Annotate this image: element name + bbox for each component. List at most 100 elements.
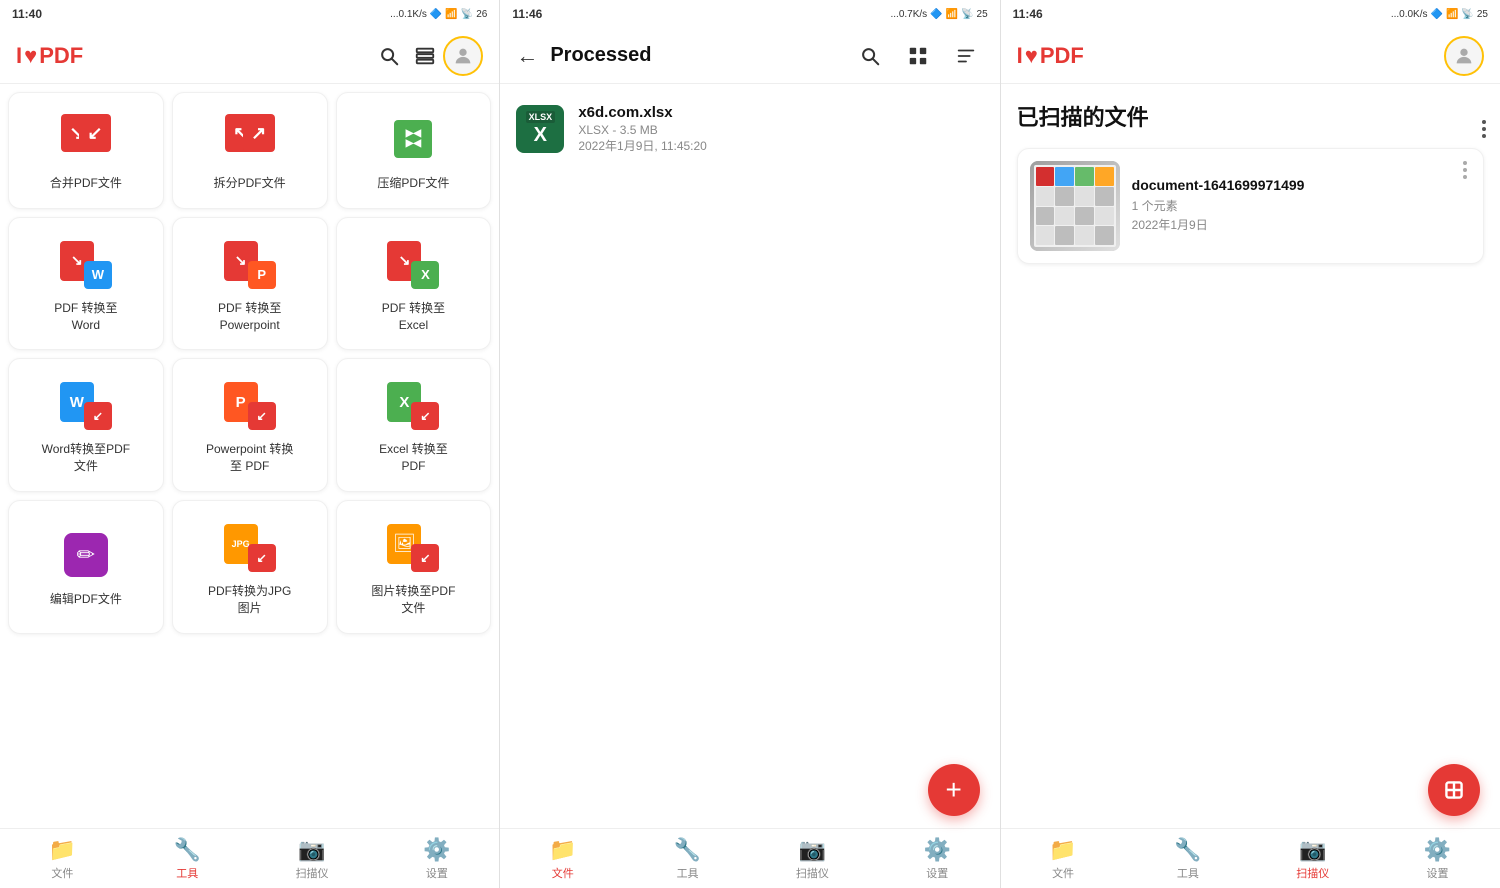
logo-i: I: [16, 43, 22, 69]
tool-icon-split: ↖ ↗: [224, 113, 276, 165]
back-button[interactable]: ←: [516, 43, 538, 69]
scanner-icon-3: 📷: [1299, 837, 1326, 863]
file-date-xlsx: 2022年1月9日, 11:45:20: [578, 137, 983, 154]
logo-pdf-3: PDF: [1040, 43, 1084, 69]
tool-edit-pdf[interactable]: ✏ 编辑PDF文件: [8, 500, 164, 634]
battery-1: 26: [476, 9, 487, 20]
processed-nav: ← Processed: [500, 28, 999, 84]
tool-icon-pdf2excel: ↘ X: [387, 238, 439, 290]
tool-pdf2jpg[interactable]: JPG ↙ PDF转换为JPG图片: [172, 500, 328, 634]
search-btn-2[interactable]: [852, 38, 888, 74]
nav-files-3[interactable]: 📁 文件: [1001, 837, 1126, 881]
layers-icon: [414, 45, 436, 67]
logo-panel1: I ♥ PDF: [16, 43, 83, 69]
tool-label-pdf2excel: PDF 转换至Excel: [382, 300, 445, 334]
tool-icon-excel2pdf: X ↙: [387, 379, 439, 431]
tool-excel2pdf[interactable]: X ↙ Excel 转换至PDF: [336, 358, 492, 492]
nav-scanner-1[interactable]: 📷 扫描仪: [250, 837, 375, 881]
nav-tools-1[interactable]: 🔧 工具: [125, 837, 250, 881]
nav-files-1[interactable]: 📁 文件: [0, 837, 125, 881]
tool-label-word2pdf: Word转换至PDF文件: [42, 441, 130, 475]
tool-label-compress: 压缩PDF文件: [377, 175, 449, 192]
battery-3: 25: [1477, 9, 1488, 20]
battery-2: 25: [977, 9, 988, 20]
scan-fab-icon: [1441, 777, 1467, 803]
logo-pdf: PDF: [39, 43, 83, 69]
fab-scan-button[interactable]: [1428, 764, 1480, 816]
bluetooth-icon-1: 🔷: [430, 9, 442, 20]
tool-compress-pdf[interactable]: ▶◀ ▶◀ 压缩PDF文件: [336, 92, 492, 209]
tool-label-pdf2word: PDF 转换至Word: [54, 300, 117, 334]
status-icons-2: ...0.7K/s 🔷 📶 📡 25: [890, 9, 987, 20]
search-icon-2: [859, 45, 881, 67]
scan-card-more-button[interactable]: [1459, 161, 1471, 179]
files-label-2: 文件: [552, 865, 574, 881]
top-nav-panel1: I ♥ PDF: [0, 28, 499, 84]
tool-pdf2ppt[interactable]: ↘ P PDF 转换至Powerpoint: [172, 217, 328, 351]
search-btn-1[interactable]: [371, 38, 407, 74]
grid-icon-2: [907, 45, 929, 67]
tools-icon-3: 🔧: [1174, 837, 1201, 863]
avatar-icon-3: [1453, 45, 1475, 67]
avatar-btn-3[interactable]: [1444, 36, 1484, 76]
signal-text-1: ...0.1K/s: [390, 9, 427, 20]
processed-file-list: XLSX X x6d.com.xlsx XLSX - 3.5 MB 2022年1…: [500, 84, 999, 828]
signal-icon-2: 📶: [946, 9, 958, 20]
nav-scanner-2[interactable]: 📷 扫描仪: [750, 837, 875, 881]
scan-doc-date: 2022年1月9日: [1132, 216, 1447, 233]
tools-icon-2: 🔧: [674, 837, 701, 863]
tool-label-img2pdf: 图片转换至PDF文件: [371, 583, 455, 617]
tool-pdf2word[interactable]: ↘ W PDF 转换至Word: [8, 217, 164, 351]
files-icon-1: 📁: [49, 837, 76, 863]
scan-content: 已扫描的文件: [1001, 84, 1500, 828]
nav-files-2[interactable]: 📁 文件: [500, 837, 625, 881]
tool-pdf2excel[interactable]: ↘ X PDF 转换至Excel: [336, 217, 492, 351]
layers-btn-1[interactable]: [407, 38, 443, 74]
files-icon-3: 📁: [1049, 837, 1076, 863]
logo-panel3: I ♥ PDF: [1017, 43, 1084, 69]
fab-add-button[interactable]: +: [928, 764, 980, 816]
scan-document-card[interactable]: document-1641699971499 1 个元素 2022年1月9日: [1017, 148, 1484, 264]
tool-split-pdf[interactable]: ↖ ↗ 拆分PDF文件: [172, 92, 328, 209]
tool-icon-compress: ▶◀ ▶◀: [387, 113, 439, 165]
section-more-button[interactable]: [1482, 120, 1486, 138]
tool-word2pdf[interactable]: W ↙ Word转换至PDF文件: [8, 358, 164, 492]
nav-tools-2[interactable]: 🔧 工具: [625, 837, 750, 881]
tool-img2pdf[interactable]: 🖼 ↙ 图片转换至PDF文件: [336, 500, 492, 634]
file-item-xlsx[interactable]: XLSX X x6d.com.xlsx XLSX - 3.5 MB 2022年1…: [500, 92, 999, 166]
tool-merge-pdf[interactable]: ↘ ↙ 合并PDF文件: [8, 92, 164, 209]
scanner-label-2: 扫描仪: [796, 865, 829, 881]
section-dots-icon: [1482, 120, 1486, 138]
tools-label-3: 工具: [1177, 865, 1199, 881]
tool-label-split: 拆分PDF文件: [214, 175, 286, 192]
tool-ppt2pdf[interactable]: P ↙ Powerpoint 转换至 PDF: [172, 358, 328, 492]
nav-settings-3[interactable]: ⚙️ 设置: [1375, 837, 1500, 881]
tool-label-merge: 合并PDF文件: [50, 175, 122, 192]
fab-plus-icon: +: [945, 774, 961, 806]
tools-label-2: 工具: [677, 865, 699, 881]
top-nav-panel3: I ♥ PDF: [1001, 28, 1500, 84]
status-icons-3: ...0.0K/s 🔷 📶 📡 25: [1391, 9, 1488, 20]
tool-icon-pdf2word: ↘ W: [60, 238, 112, 290]
nav-settings-2[interactable]: ⚙️ 设置: [875, 837, 1000, 881]
grid-btn-2[interactable]: [900, 38, 936, 74]
nav-tools-3[interactable]: 🔧 工具: [1125, 837, 1250, 881]
settings-icon-3: ⚙️: [1424, 837, 1451, 863]
panel-tools: 11:40 ...0.1K/s 🔷 📶 📡 26 I ♥ PDF: [0, 0, 500, 888]
wifi-icon-3: 📡: [1461, 9, 1473, 20]
scanner-label-1: 扫描仪: [296, 865, 329, 881]
scan-doc-name: document-1641699971499: [1132, 177, 1447, 193]
tool-label-ppt2pdf: Powerpoint 转换至 PDF: [206, 441, 293, 475]
nav-scanner-3[interactable]: 📷 扫描仪: [1250, 837, 1375, 881]
tools-icon-1: 🔧: [174, 837, 201, 863]
settings-label-1: 设置: [426, 865, 448, 881]
nav-settings-1[interactable]: ⚙️ 设置: [374, 837, 499, 881]
signal-text-2: ...0.7K/s: [890, 9, 927, 20]
logo-heart-3: ♥: [1025, 43, 1038, 69]
status-time-3: 11:46: [1013, 7, 1043, 21]
sort-btn-2[interactable]: [948, 38, 984, 74]
avatar-btn-1[interactable]: [443, 36, 483, 76]
files-label-1: 文件: [51, 865, 73, 881]
bluetooth-icon-2: 🔷: [930, 9, 942, 20]
xlsx-type-label: XLSX: [526, 111, 556, 123]
